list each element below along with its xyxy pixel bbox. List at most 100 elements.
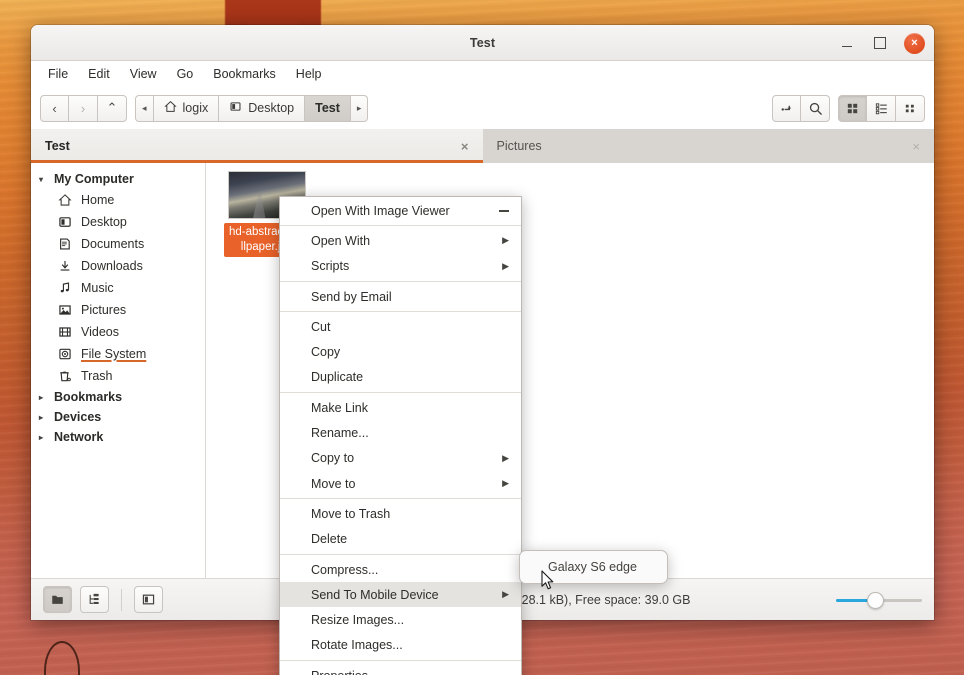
sidebar-group-network[interactable]: ▸ Network <box>31 427 205 447</box>
chevron-right-icon: ▸ <box>39 392 44 402</box>
context-menu-label: Send To Mobile Device <box>311 587 439 602</box>
sidebar-item-home[interactable]: Home <box>31 189 205 211</box>
context-menu-item[interactable]: Compress... <box>280 557 521 582</box>
search-icon[interactable] <box>801 94 830 122</box>
context-menu-separator <box>280 225 521 227</box>
chevron-right-icon: ▸ <box>39 432 44 442</box>
breadcrumb-label: Desktop <box>248 101 295 115</box>
chevron-right-icon: ▸ <box>39 412 44 422</box>
submenu-arrow-icon: ▶ <box>502 235 509 246</box>
tab-pictures[interactable]: Pictures × <box>482 129 934 163</box>
context-menu-label: Copy <box>311 345 341 360</box>
context-menu-item[interactable]: Properties <box>280 663 521 675</box>
menu-view[interactable]: View <box>121 64 166 84</box>
breadcrumb-scroll-right[interactable]: ▸ <box>350 94 369 122</box>
context-menu-label: Rename... <box>311 426 369 441</box>
sidebar-item-pictures[interactable]: Pictures <box>31 299 205 321</box>
sidebar-item-desktop[interactable]: Desktop <box>31 211 205 233</box>
context-menu-item[interactable]: Duplicate <box>280 365 521 390</box>
maximize-button[interactable] <box>871 35 888 52</box>
icon-view-icon[interactable] <box>838 94 867 122</box>
menu-go[interactable]: Go <box>168 64 203 84</box>
context-menu-item[interactable]: Rename... <box>280 420 521 445</box>
submenu-item[interactable]: Galaxy S6 edge <box>520 555 667 579</box>
menu-edit[interactable]: Edit <box>79 64 119 84</box>
sidebar-item-music[interactable]: Music <box>31 277 205 299</box>
path-entry-icon[interactable] <box>772 94 801 122</box>
context-menu-item[interactable]: Rotate Images... <box>280 633 521 658</box>
context-menu-item[interactable]: Open With ▶ <box>280 228 521 253</box>
trash-icon <box>57 368 73 384</box>
filesystem-icon <box>57 346 73 362</box>
location-button-icon[interactable] <box>43 586 72 613</box>
sidebar-item-label: Pictures <box>81 303 127 317</box>
sidebar-item-videos[interactable]: Videos <box>31 321 205 343</box>
context-menu-item[interactable]: Copy <box>280 339 521 364</box>
menu-file[interactable]: File <box>39 64 77 84</box>
context-menu-item[interactable]: Resize Images... <box>280 607 521 632</box>
tab-label: Test <box>45 139 70 153</box>
zoom-slider[interactable] <box>836 591 922 609</box>
sidebar-item-downloads[interactable]: Downloads <box>31 255 205 277</box>
forward-icon[interactable]: › <box>69 94 98 122</box>
back-icon[interactable]: ‹ <box>40 94 69 122</box>
sidebar-group-devices[interactable]: ▸ Devices <box>31 407 205 427</box>
compact-view-icon[interactable] <box>896 94 925 122</box>
slider-handle[interactable] <box>866 591 884 609</box>
close-button[interactable]: × <box>904 32 925 54</box>
context-menu-item[interactable]: Scripts ▶ <box>280 254 521 279</box>
home-icon <box>57 192 73 208</box>
context-menu-item[interactable]: Open With Image Viewer <box>280 198 521 223</box>
context-menu-label: Duplicate <box>311 370 364 385</box>
submenu-arrow-icon: ▶ <box>502 452 509 463</box>
sidebar-item-label: File System <box>81 347 147 361</box>
context-menu-item[interactable]: Send To Mobile Device ▶ <box>280 582 521 608</box>
tree-button-icon[interactable] <box>80 586 109 613</box>
context-menu-item[interactable]: Move to Trash <box>280 501 521 526</box>
sidebar-group-label: Devices <box>54 410 102 424</box>
sidebar-item-label: Music <box>81 281 114 295</box>
close-icon[interactable]: × <box>904 139 920 154</box>
menu-help[interactable]: Help <box>287 64 331 84</box>
context-menu-item[interactable]: Copy to ▶ <box>280 446 521 471</box>
breadcrumb-item-desktop[interactable]: Desktop <box>219 94 306 122</box>
tab-test[interactable]: Test × <box>31 129 483 163</box>
context-menu-separator <box>280 392 521 394</box>
menu-bookmarks[interactable]: Bookmarks <box>204 64 285 84</box>
sidebar-item-label: Videos <box>81 325 119 339</box>
sidebar-item-trash[interactable]: Trash <box>31 365 205 387</box>
sidebar-item-label: Trash <box>81 369 113 383</box>
minimize-button[interactable] <box>838 35 855 52</box>
context-menu-label: Copy to <box>311 451 355 466</box>
context-menu-separator <box>280 660 521 662</box>
sidebar-group-label: Bookmarks <box>54 390 123 404</box>
context-menu-item[interactable]: Cut <box>280 314 521 339</box>
breadcrumb-scroll-left[interactable]: ◂ <box>135 94 154 122</box>
context-menu-item[interactable]: Make Link <box>280 395 521 420</box>
toolbar: ‹ › ⌃ ◂ logix Desktop Test ▸ <box>31 87 934 129</box>
breadcrumb-label: logix <box>182 101 209 115</box>
sidebar-item-label: Documents <box>81 237 145 251</box>
submenu-arrow-icon: ▶ <box>502 589 509 600</box>
sidebar-item-file-system[interactable]: File System <box>31 343 205 365</box>
sidebar-toggle-icon[interactable] <box>134 586 163 613</box>
list-view-icon[interactable] <box>867 94 896 122</box>
context-menu-item[interactable]: Move to ▶ <box>280 471 521 496</box>
context-menu-label: Move to <box>311 476 356 491</box>
breadcrumb-item-test[interactable]: Test <box>305 94 351 122</box>
context-menu-item[interactable]: Delete <box>280 527 521 552</box>
submenu-arrow-icon: ▶ <box>502 478 509 489</box>
up-icon[interactable]: ⌃ <box>98 94 127 122</box>
window-controls: × <box>838 25 925 61</box>
sidebar-group-bookmarks[interactable]: ▸ Bookmarks <box>31 387 205 407</box>
window-title: Test <box>469 35 496 50</box>
sidebar-group-my-computer[interactable]: ▾ My Computer <box>31 169 205 189</box>
context-menu-label: Resize Images... <box>311 613 405 628</box>
sidebar-item-documents[interactable]: Documents <box>31 233 205 255</box>
context-menu-item[interactable]: Send by Email <box>280 284 521 309</box>
context-menu-label: Scripts <box>311 259 350 274</box>
breadcrumb-item-logix[interactable]: logix <box>153 94 220 122</box>
context-menu-separator <box>280 280 521 282</box>
context-menu-label: Cut <box>311 319 331 334</box>
close-icon[interactable]: × <box>453 139 469 154</box>
